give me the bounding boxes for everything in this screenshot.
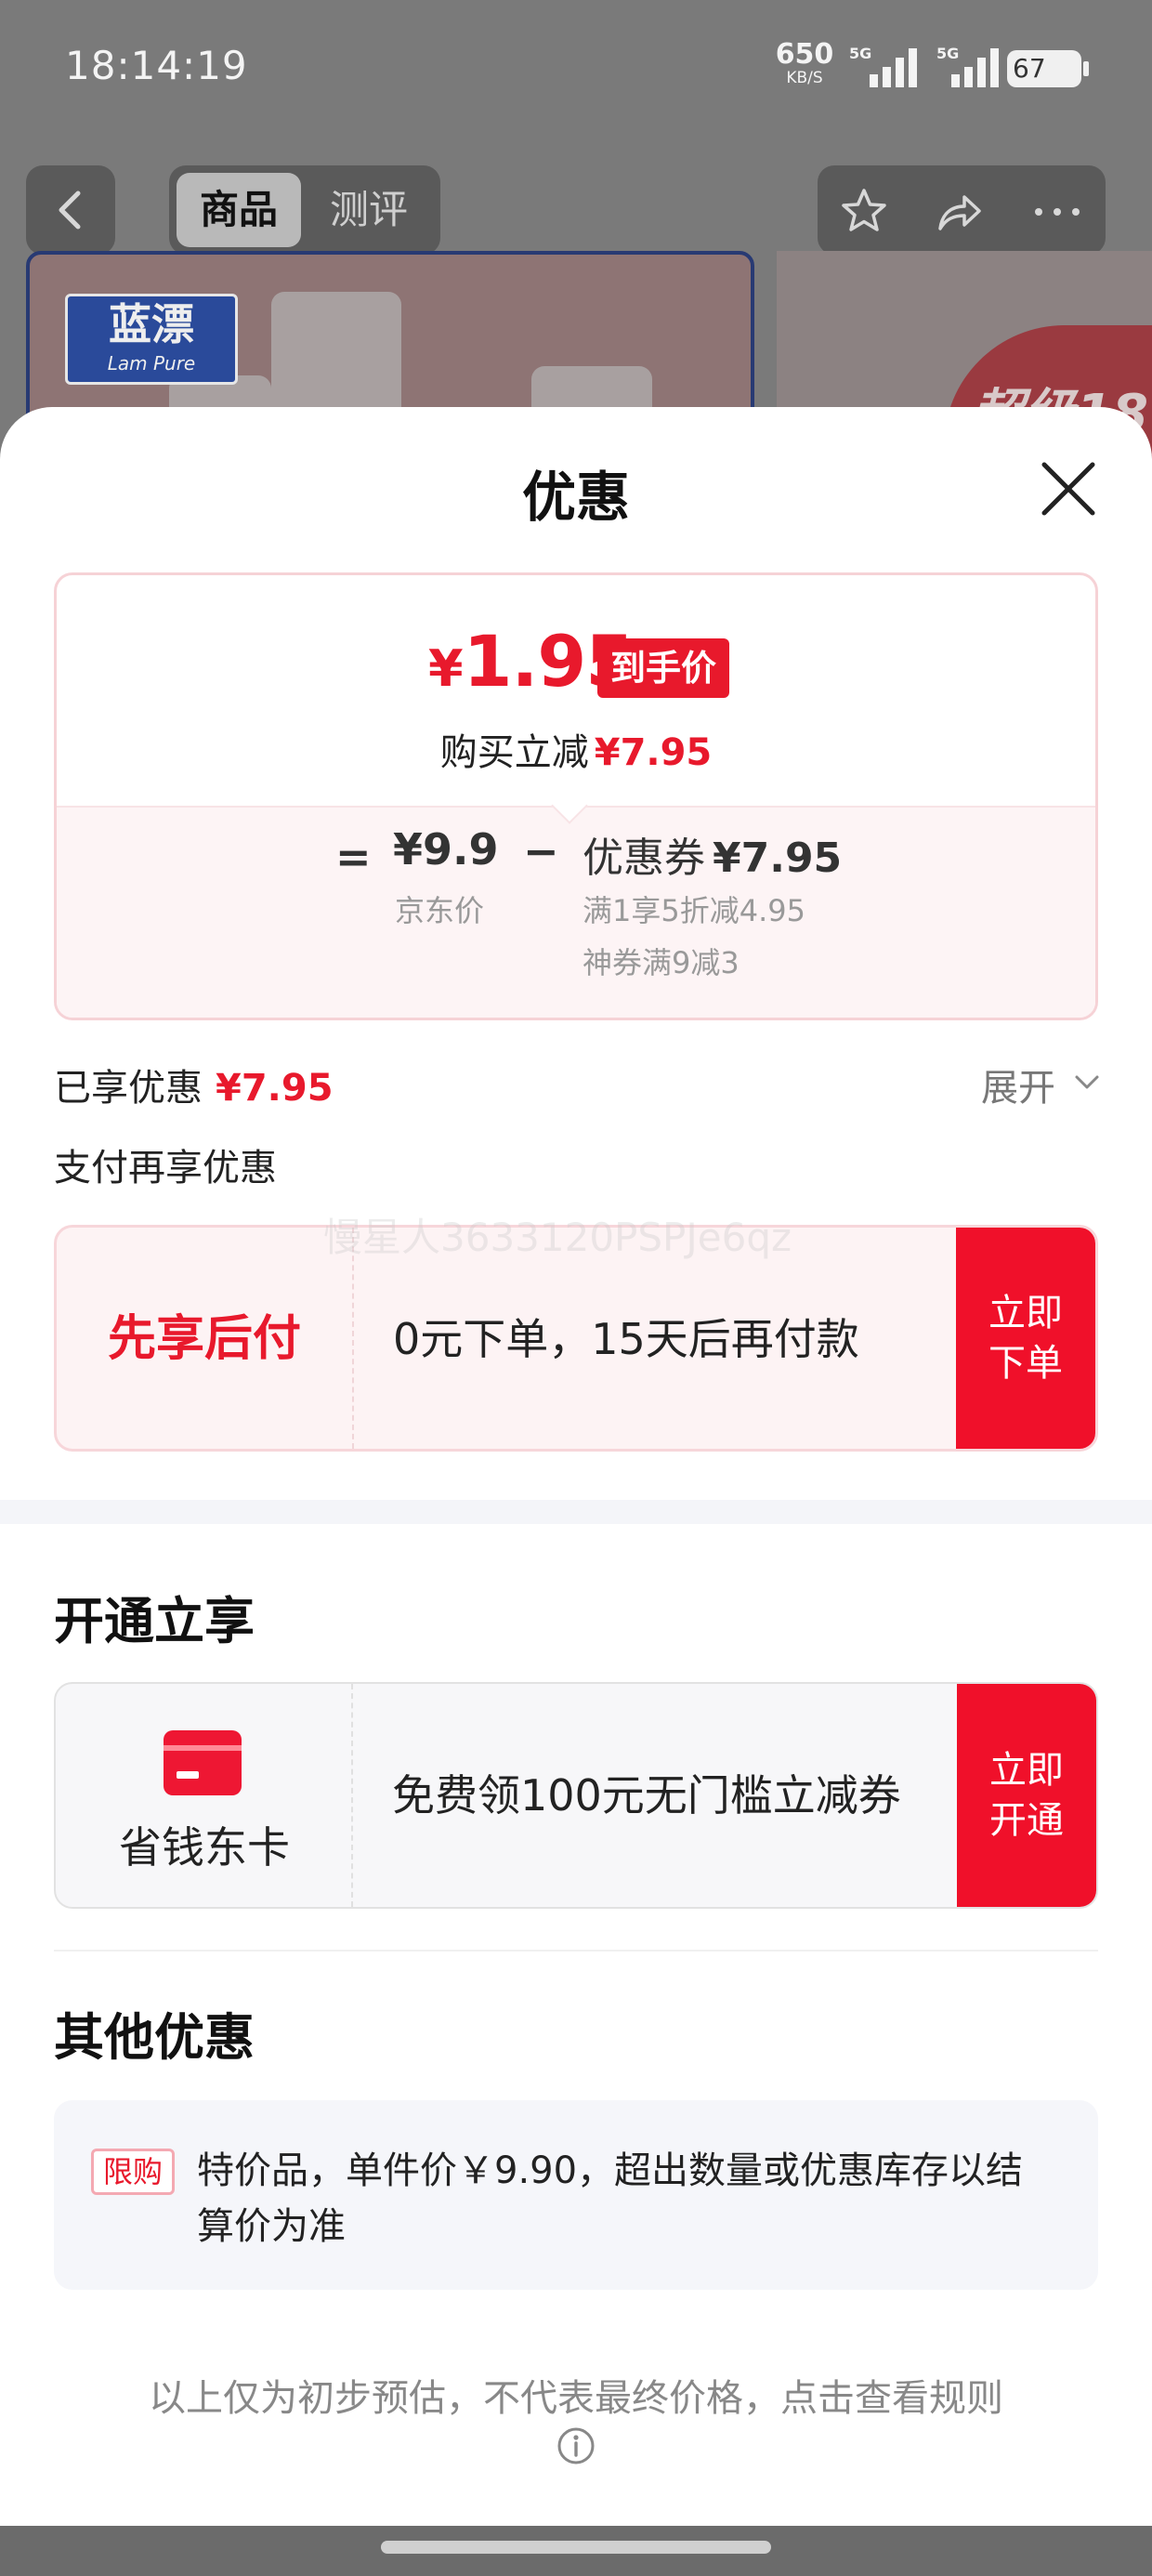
enjoyed-discount-value: ¥7.95 <box>216 1067 334 1110</box>
system-navigation <box>0 2526 1152 2576</box>
other-section-title: 其他优惠 <box>54 2008 255 2067</box>
savings-card-description: 免费领100元无门槛立减券 <box>392 1770 901 1820</box>
jd-price: ¥9.9 <box>393 824 499 874</box>
network-type-label: 5G <box>936 45 960 62</box>
back-icon <box>59 191 81 230</box>
status-time: 18:14:19 <box>65 43 248 88</box>
home-indicator[interactable] <box>381 2541 771 2554</box>
user-watermark: 慢星人3633120PSPJe6qz <box>323 1215 792 1260</box>
instant-reduction-label: 购买立减 <box>439 731 589 774</box>
final-price-symbol: ¥ <box>428 639 464 698</box>
battery-icon: 67 <box>1007 50 1089 87</box>
expand-label: 展开 <box>981 1067 1055 1110</box>
activate-now-button[interactable]: 立即开通 <box>957 1684 1096 1907</box>
instant-reduction-value: ¥7.95 <box>594 731 713 774</box>
section-divider <box>0 1500 1152 1524</box>
battery-level: 67 <box>1013 53 1046 84</box>
open-section-title: 开通立享 <box>54 1592 255 1650</box>
status-bar: 18:14:19 650 KB/S 5G 5G 67 <box>0 0 1152 139</box>
coupon-label: 优惠券 <box>583 835 705 882</box>
info-icon[interactable] <box>556 2425 596 2466</box>
coupon-detail: 满1享5折减4.95 <box>583 893 805 928</box>
network-speed-value: 650 <box>775 38 834 71</box>
share-icon[interactable] <box>933 186 985 238</box>
star-icon[interactable] <box>838 186 890 238</box>
savings-card-name: 省钱东卡 <box>119 1822 290 1873</box>
product-tabs: 商品 测评 <box>169 165 440 255</box>
expand-button[interactable]: 展开 <box>981 1058 1099 1111</box>
sheet-title: 优惠 <box>521 466 630 529</box>
network-type-label: 5G <box>849 45 872 62</box>
discount-sheet: 优惠 ¥1.95 到手价 购买立减 ¥7.95 = ¥9.9 京东价 − 优惠券 ¥… <box>0 407 1152 2526</box>
tab-review[interactable]: 测评 <box>307 173 431 247</box>
nav-actions <box>818 165 1106 255</box>
equals-sign: = <box>335 832 372 882</box>
network-speed: 650 KB/S <box>773 41 836 86</box>
brand-logo-cn: 蓝漂 <box>109 299 194 349</box>
close-icon[interactable] <box>1031 452 1106 526</box>
coupon-total: 优惠券 ¥7.95 <box>583 824 842 884</box>
brand-logo-en: Lam Pure <box>107 352 196 375</box>
brand-logo: 蓝漂 Lam Pure <box>65 294 238 385</box>
instant-reduction: 购买立减 ¥7.95 <box>57 722 1095 776</box>
chevron-down-icon <box>1075 1075 1099 1089</box>
jd-price-label: 京东价 <box>395 893 485 928</box>
purchase-limit-badge: 限购 <box>91 2149 176 2195</box>
coupon-value: ¥7.95 <box>713 835 843 882</box>
price-rules-link[interactable]: 以上仅为初步预估，不代表最终价格，点击查看规则 <box>0 2368 1152 2422</box>
more-icon[interactable] <box>1031 186 1083 238</box>
bnpl-title: 先享后付 <box>57 1228 354 1449</box>
minus-sign: − <box>523 826 559 876</box>
final-price-tag: 到手价 <box>597 638 730 698</box>
order-now-button[interactable]: 立即下单 <box>956 1228 1095 1449</box>
price-breakdown-detail <box>57 806 1095 1018</box>
signal-icon: 5G <box>936 45 1001 87</box>
pay-more-label: 支付再享优惠 <box>54 1147 277 1189</box>
tab-product[interactable]: 商品 <box>177 173 301 247</box>
signal-icon: 5G <box>849 45 917 87</box>
other-discount-text: 特价品，单件价￥9.90，超出数量或优惠库存以结算价为准 <box>197 2149 1024 2248</box>
divider <box>54 1950 1098 1952</box>
back-button[interactable] <box>26 165 115 255</box>
network-speed-unit: KB/S <box>786 69 823 87</box>
price-breakdown-card: ¥1.95 到手价 购买立减 ¥7.95 = ¥9.9 京东价 − 优惠券 ¥7.9… <box>54 572 1098 1020</box>
savings-card-offer[interactable]: 省钱东卡 免费领100元无门槛立减券 立即开通 <box>54 1682 1098 1909</box>
other-discount-card: 限购 特价品，单件价￥9.90，超出数量或优惠库存以结算价为准 <box>54 2100 1098 2290</box>
coupon-detail: 神券满9减3 <box>583 945 740 980</box>
enjoyed-discount: 已享优惠 ¥7.95 <box>54 1058 334 1111</box>
enjoyed-discount-label: 已享优惠 <box>54 1067 203 1110</box>
credit-card-icon <box>164 1730 242 1795</box>
